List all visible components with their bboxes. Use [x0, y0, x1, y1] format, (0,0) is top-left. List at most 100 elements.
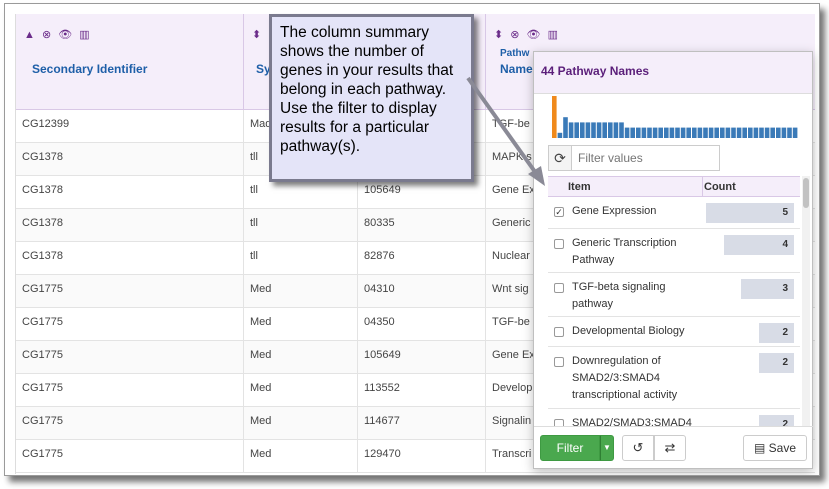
histogram-bar [602, 122, 607, 138]
table-cell: Med [244, 341, 358, 374]
histogram-bar [703, 127, 708, 138]
histogram-bar [608, 122, 613, 138]
item-checkbox[interactable] [554, 283, 564, 293]
table-cell: Med [244, 374, 358, 407]
column-title: Pathw [500, 48, 530, 59]
help-callout: The column summary shows the number of g… [269, 14, 474, 182]
histogram-bar [630, 127, 635, 138]
column-title: Secondary Identifier [32, 62, 148, 76]
table-cell: 129470 [358, 440, 486, 473]
scroll-thumb[interactable] [803, 178, 809, 208]
table-cell: 04350 [358, 308, 486, 341]
filter-values-input[interactable] [572, 145, 720, 171]
histogram-bar [636, 127, 641, 138]
column-summary-popup: 44 Pathway Names ⟳ Item Count ✓ Gene Expr… [533, 51, 814, 470]
table-cell: tll [244, 209, 358, 242]
item-checkbox[interactable]: ✓ [554, 207, 564, 217]
histogram-bar [658, 127, 663, 138]
popup-footer: Filter ▼ ↺ ⇄ ▤ Save [534, 426, 814, 470]
item-label: Generic Transcription Pathway [572, 237, 677, 266]
histogram-bar [714, 127, 719, 138]
histogram-bar [613, 122, 619, 138]
list-header: Item Count [548, 177, 800, 197]
histogram-bar [748, 127, 753, 138]
histogram-bar [619, 122, 624, 138]
histogram-bar [764, 127, 770, 138]
histogram-bar [792, 127, 798, 138]
table-cell: CG1775 [16, 374, 244, 407]
pathway-list-item[interactable]: Generic Transcription Pathway 4 [548, 229, 800, 273]
table-cell: tll [244, 242, 358, 275]
item-label: Developmental Biology [572, 325, 685, 337]
histogram-bar [580, 122, 585, 138]
histogram-bar [557, 132, 563, 138]
column-controls[interactable]: ▲ ⊗ 👁 ▥ [24, 28, 92, 41]
histogram-bar [591, 122, 596, 138]
table-cell: 105649 [358, 341, 486, 374]
filter-dropdown-caret-icon[interactable]: ▼ [600, 435, 614, 461]
pathway-list-item[interactable]: Developmental Biology 2 [548, 317, 800, 347]
refresh-icon[interactable]: ⟳ [548, 145, 572, 171]
histogram-bar [708, 127, 714, 138]
item-checkbox[interactable] [554, 357, 564, 367]
item-checkbox[interactable] [554, 327, 564, 337]
item-checkbox[interactable] [554, 239, 564, 249]
histogram-bar [675, 127, 680, 138]
table-cell: CG1378 [16, 143, 244, 176]
histogram-bar [781, 127, 787, 138]
pathway-items: ✓ Gene Expression 5 Generic Transcription P… [548, 197, 800, 426]
item-label: TGF-beta signaling pathway [572, 281, 666, 310]
table-cell: 113552 [358, 374, 486, 407]
table-cell: 80335 [358, 209, 486, 242]
table-cell: CG1775 [16, 440, 244, 473]
histogram-bar [624, 127, 630, 138]
histogram-bar [641, 127, 647, 138]
histogram-bar [731, 127, 736, 138]
pathway-list-item[interactable]: SMAD2/SMAD3:SMAD4 2 [548, 409, 800, 426]
histogram-bar [652, 127, 658, 138]
table-cell: Med [244, 440, 358, 473]
pathway-list-item[interactable]: Downregulation of SMAD2/3:SMAD4 transcri… [548, 347, 800, 409]
histogram-bar [552, 96, 557, 138]
item-checkbox[interactable] [554, 419, 564, 426]
histogram-bar [680, 127, 686, 138]
pathway-list: Item Count ✓ Gene Expression 5 Generic Tran… [548, 176, 800, 426]
reset-icon[interactable]: ↺ [622, 435, 654, 461]
column-header-secondary-identifier[interactable]: ▲ ⊗ 👁 ▥ Secondary Identifier [16, 14, 244, 110]
pathway-list-item[interactable]: TGF-beta signaling pathway 3 [548, 273, 800, 317]
histogram-bar [563, 117, 568, 138]
pathway-histogram [552, 96, 798, 138]
header-divider [702, 177, 703, 197]
histogram-bar [742, 127, 747, 138]
item-count-bar: 3 [741, 279, 794, 299]
table-cell: 04310 [358, 275, 486, 308]
histogram-bar [585, 122, 591, 138]
histogram-bar [669, 127, 675, 138]
histogram-bar [697, 127, 703, 138]
save-label: Save [768, 441, 797, 455]
filter-button[interactable]: Filter [540, 435, 600, 461]
histogram-bar [647, 127, 652, 138]
invert-selection-icon[interactable]: ⇄ [654, 435, 686, 461]
column-controls[interactable]: ⬍ ⊗ 👁 ▥ [494, 28, 560, 41]
save-button[interactable]: ▤ Save [743, 435, 807, 461]
item-label: Downregulation of SMAD2/3:SMAD4 transcri… [572, 355, 678, 401]
histogram-bar [664, 127, 669, 138]
histogram-bar [736, 127, 742, 138]
histogram-bar [753, 127, 759, 138]
histogram-bar [568, 122, 574, 138]
item-count-bar: 4 [724, 235, 794, 255]
list-header-count: Count [704, 181, 736, 193]
histogram-bar [574, 122, 579, 138]
list-scrollbar[interactable] [802, 176, 810, 426]
column-title-2: Name [500, 62, 533, 76]
table-cell: CG1378 [16, 242, 244, 275]
table-cell: 114677 [358, 407, 486, 440]
table-cell: CG1775 [16, 407, 244, 440]
table-cell: CG12399 [16, 110, 244, 143]
table-cell: Med [244, 275, 358, 308]
document-icon: ▤ [753, 441, 766, 455]
table-cell: CG1775 [16, 308, 244, 341]
pathway-list-item[interactable]: ✓ Gene Expression 5 [548, 197, 800, 229]
item-count-bar: 2 [759, 415, 794, 426]
